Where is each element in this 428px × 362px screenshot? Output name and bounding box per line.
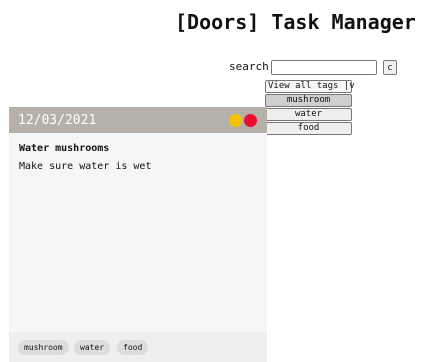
status-dot-red-icon[interactable] [244, 114, 257, 127]
task-date: 12/03/2021 [18, 113, 97, 128]
view-all-tags-toggle[interactable]: View all tags |v [265, 80, 355, 93]
task-card[interactable]: 12/03/2021 Water mushrooms Make sure wat… [9, 107, 267, 362]
search-input[interactable] [271, 60, 377, 75]
task-card-header: 12/03/2021 [9, 107, 267, 133]
task-tags: mushroom water food [9, 332, 267, 362]
tag-option-food[interactable]: food [265, 122, 352, 135]
app-title: [Doors] Task Manager [175, 10, 416, 34]
clear-search-button[interactable]: c [383, 60, 397, 75]
tag-chip-food[interactable]: food [117, 340, 149, 355]
tag-option-water[interactable]: water [265, 108, 352, 121]
status-dot-yellow-icon[interactable] [229, 114, 242, 127]
tag-filter-dropdown: View all tags |v mushroom water food [265, 80, 355, 136]
tag-chip-water[interactable]: water [74, 340, 111, 355]
task-title: Water mushrooms [19, 143, 110, 154]
tag-chip-mushroom[interactable]: mushroom [18, 340, 69, 355]
search-label: search [229, 60, 269, 73]
task-description: Make sure water is wet [19, 161, 152, 172]
tag-option-mushroom[interactable]: mushroom [265, 94, 352, 107]
